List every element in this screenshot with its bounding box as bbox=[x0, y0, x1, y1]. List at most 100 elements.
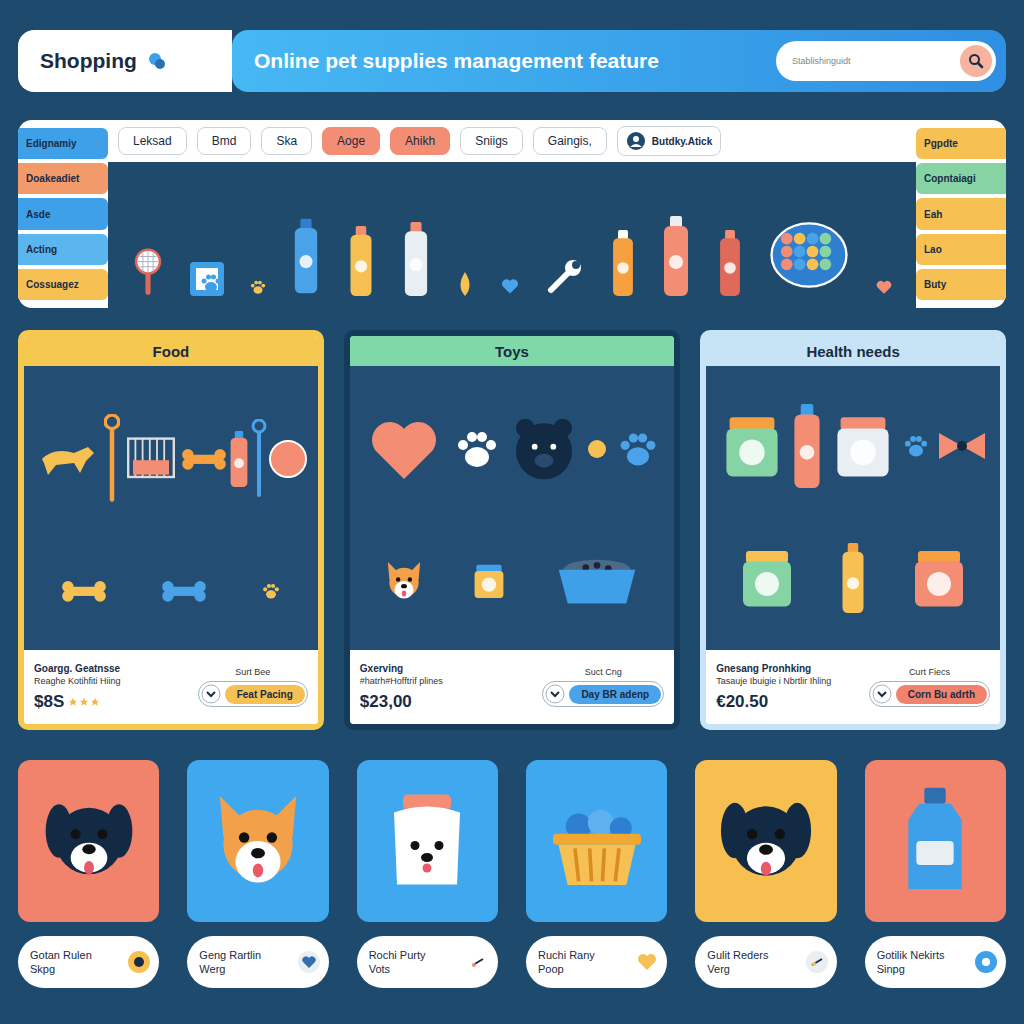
tile-label[interactable]: Geng RartlinWerg bbox=[187, 936, 328, 988]
price: €20.50 bbox=[716, 692, 768, 712]
action-button[interactable]: Feat Pacing bbox=[198, 681, 308, 707]
product-name: Goargg. Geatnsse bbox=[34, 663, 121, 674]
price-row: $8S bbox=[34, 692, 121, 712]
tile-text: Gotan RulenSkpg bbox=[30, 948, 92, 977]
tile-label[interactable]: Gotilik NekirtsSinpg bbox=[865, 936, 1006, 988]
bottle-icon bbox=[401, 222, 431, 296]
card-header: Food bbox=[24, 336, 318, 366]
search-button[interactable] bbox=[960, 45, 992, 77]
filter-chip[interactable]: Aoge bbox=[322, 127, 380, 155]
product-desc: Tasauje Ibuigie i Nbrtlir Ihling bbox=[716, 676, 831, 686]
card-header: Toys bbox=[350, 336, 674, 366]
side-tab[interactable]: Buty bbox=[916, 269, 1006, 300]
featured-tile[interactable] bbox=[526, 760, 667, 922]
side-tab[interactable]: Asde bbox=[18, 198, 108, 229]
category-card[interactable]: Health needsGnesang PronhkingTasauje Ibu… bbox=[700, 330, 1006, 730]
chevron-icon bbox=[872, 684, 892, 704]
featured-tile[interactable] bbox=[357, 760, 498, 922]
heart-icon bbox=[500, 276, 520, 296]
category-cards: FoodGoargg. GeatnsseReaghe Kotihfiti Hii… bbox=[18, 330, 1006, 730]
category-card[interactable]: FoodGoargg. GeatnsseReaghe Kotihfiti Hii… bbox=[18, 330, 324, 730]
search-icon bbox=[968, 53, 984, 69]
featured-tile[interactable] bbox=[18, 760, 159, 922]
bottle-icon bbox=[661, 216, 691, 296]
side-tab[interactable]: Cossuagez bbox=[18, 269, 108, 300]
filter-label: Leksad bbox=[133, 134, 172, 148]
featured-tiles bbox=[18, 760, 1006, 922]
side-tab[interactable]: Doakeadiet bbox=[18, 163, 108, 194]
brush-icon bbox=[251, 419, 267, 499]
featured-tile[interactable] bbox=[865, 760, 1006, 922]
tile-title: Gotilik Nekirts bbox=[877, 948, 945, 962]
account[interactable]: Butdky.Atick bbox=[617, 126, 721, 156]
paw-icon bbox=[616, 427, 660, 471]
tile-label[interactable]: Gulit RedersVerg bbox=[695, 936, 836, 988]
product-strip bbox=[108, 162, 916, 308]
jar-icon bbox=[737, 548, 797, 608]
tile-label[interactable]: Gotan RulenSkpg bbox=[18, 936, 159, 988]
featured-tile[interactable] bbox=[187, 760, 328, 922]
photo-icon bbox=[190, 262, 224, 296]
side-tab[interactable]: Pgpdte bbox=[916, 128, 1006, 159]
category-card[interactable]: Toys Gxerving#hatrh#Hofftrif plines$23,00… bbox=[344, 330, 680, 730]
button-label: Feat Pacing bbox=[237, 689, 293, 700]
badge-icon bbox=[127, 950, 151, 974]
brand[interactable]: Shopping bbox=[18, 30, 232, 92]
tile-title: Gotan Rulen bbox=[30, 948, 92, 962]
side-tab-label: Buty bbox=[924, 279, 946, 290]
card-title: Toys bbox=[495, 343, 529, 360]
filter-chip[interactable]: Leksad bbox=[118, 127, 187, 155]
side-tab[interactable]: Lao bbox=[916, 234, 1006, 265]
action-label: Surt Bee bbox=[235, 667, 270, 677]
button-fill[interactable]: Day BR adenp bbox=[569, 685, 661, 704]
tile-subtitle: Vots bbox=[369, 962, 426, 976]
action-label: Curt Fiecs bbox=[909, 667, 950, 677]
star-icon bbox=[68, 697, 78, 707]
card-title: Food bbox=[153, 343, 190, 360]
dog-icon bbox=[39, 791, 139, 891]
featured-tile[interactable] bbox=[695, 760, 836, 922]
side-tab[interactable]: Edignamiy bbox=[18, 128, 108, 159]
tile-label[interactable]: Ruchi RanyPoop bbox=[526, 936, 667, 988]
product-name: Gnesang Pronhking bbox=[716, 663, 831, 674]
search-input[interactable] bbox=[790, 55, 960, 67]
bottle-icon bbox=[717, 230, 743, 296]
button-fill[interactable]: Feat Pacing bbox=[225, 685, 305, 704]
cart-icon bbox=[121, 429, 181, 489]
action-button[interactable]: Corn Bu adrth bbox=[869, 681, 990, 707]
bottle-icon bbox=[610, 230, 636, 296]
search-field[interactable] bbox=[776, 41, 996, 81]
brush-icon bbox=[131, 248, 165, 296]
filter-chip[interactable]: Gaingis, bbox=[533, 127, 607, 155]
tile-text: Geng RartlinWerg bbox=[199, 948, 261, 977]
side-tab-label: Pgpdte bbox=[924, 138, 958, 149]
product-info: Gnesang Pronhking Tasauje Ibuigie i Nbrtl… bbox=[716, 663, 831, 712]
tile-label[interactable]: Rochi PurtyVots bbox=[357, 936, 498, 988]
basket-icon bbox=[542, 786, 652, 896]
side-tab[interactable]: Acting bbox=[18, 234, 108, 265]
action: Surt Bee Feat Pacing bbox=[198, 667, 308, 707]
product-info: Gxerving#hatrh#Hofftrif plines$23,00 bbox=[360, 663, 443, 712]
side-tab-label: Asde bbox=[26, 209, 50, 220]
side-tab-label: Edignamiy bbox=[26, 138, 77, 149]
side-tab[interactable]: Copntaiagi bbox=[916, 163, 1006, 194]
filter-chip[interactable]: Bmd bbox=[197, 127, 252, 155]
bow-icon bbox=[937, 431, 987, 461]
button-fill[interactable]: Corn Bu adrth bbox=[896, 685, 987, 704]
filter-chip[interactable]: Sniigs bbox=[460, 127, 523, 155]
account-name: Butdky.Atick bbox=[652, 136, 712, 147]
filter-chip[interactable]: Ska bbox=[261, 127, 312, 155]
left-tabs: Edignamiy Doakeadiet Asde Acting Cossuagez bbox=[18, 120, 108, 308]
filter-chip[interactable]: Ahikh bbox=[390, 127, 450, 155]
tile-text: Ruchi RanyPoop bbox=[538, 948, 595, 977]
paw-icon bbox=[261, 581, 281, 601]
action-button[interactable]: Day BR adenp bbox=[542, 681, 664, 707]
chevron-icon bbox=[545, 684, 565, 704]
bone-icon bbox=[61, 581, 107, 602]
wrench-icon bbox=[545, 256, 585, 296]
badge-icon bbox=[268, 439, 308, 479]
side-tab[interactable]: Eah bbox=[916, 198, 1006, 229]
price: $23,00 bbox=[360, 692, 412, 712]
tile-subtitle: Sinpg bbox=[877, 962, 945, 976]
button-label: Corn Bu adrth bbox=[908, 689, 975, 700]
